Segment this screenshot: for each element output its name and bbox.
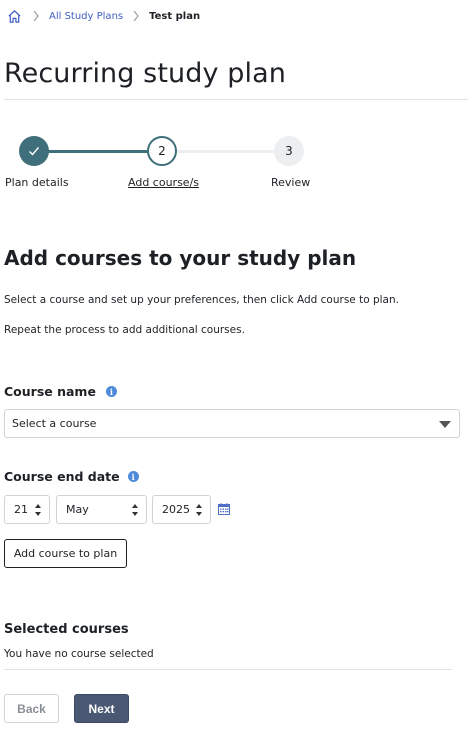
step-3-label[interactable]: Review — [271, 176, 310, 189]
stepper-line-upcoming — [176, 150, 274, 153]
divider — [4, 669, 452, 670]
breadcrumb-current-page: Test plan — [149, 10, 201, 22]
course-name-label: Course name i — [4, 384, 117, 399]
home-icon[interactable] — [5, 7, 23, 25]
chevron-right-icon — [123, 10, 149, 22]
instruction-text: Select a course and set up your preferen… — [4, 294, 399, 306]
year-select[interactable]: 2025 — [152, 495, 211, 524]
page-title: Recurring study plan — [4, 58, 286, 89]
month-select[interactable]: May — [56, 495, 147, 524]
section-title: Add courses to your study plan — [4, 246, 357, 270]
sort-arrows-icon — [131, 504, 139, 516]
day-value: 21 — [14, 503, 28, 516]
title-divider — [4, 99, 468, 100]
course-end-date-label: Course end date i — [4, 469, 139, 484]
add-course-button[interactable]: Add course to plan — [4, 539, 127, 568]
year-value: 2025 — [162, 503, 190, 516]
chevron-right-icon — [23, 10, 49, 22]
calendar-icon[interactable] — [218, 503, 230, 515]
course-select[interactable]: Select a course — [4, 409, 460, 438]
sort-arrows-icon — [195, 504, 203, 516]
step-2-label[interactable]: Add course/s — [128, 176, 199, 189]
course-name-label-text: Course name — [4, 384, 96, 399]
month-value: May — [66, 503, 89, 516]
stepper-line-complete — [48, 150, 148, 153]
info-icon[interactable]: i — [105, 386, 117, 397]
course-end-date-label-text: Course end date — [4, 469, 120, 484]
instruction-text: Repeat the process to add additional cou… — [4, 324, 245, 336]
selected-courses-title: Selected courses — [4, 622, 129, 637]
info-icon[interactable]: i — [127, 471, 139, 482]
back-button[interactable]: Back — [4, 694, 59, 723]
breadcrumb: All Study Plans Test plan — [5, 7, 200, 25]
step-3-upcoming: 3 — [274, 136, 304, 166]
breadcrumb-all-study-plans[interactable]: All Study Plans — [49, 11, 123, 22]
chevron-down-icon — [439, 421, 451, 428]
step-2-current: 2 — [147, 136, 177, 166]
next-button[interactable]: Next — [74, 694, 129, 723]
step-1-label[interactable]: Plan details — [5, 176, 69, 189]
checkmark-icon — [29, 147, 40, 156]
step-1-complete — [19, 136, 49, 166]
day-select[interactable]: 21 — [4, 495, 50, 524]
selected-courses-empty: You have no course selected — [4, 648, 154, 660]
sort-arrows-icon — [34, 504, 42, 516]
course-select-value: Select a course — [12, 417, 97, 430]
